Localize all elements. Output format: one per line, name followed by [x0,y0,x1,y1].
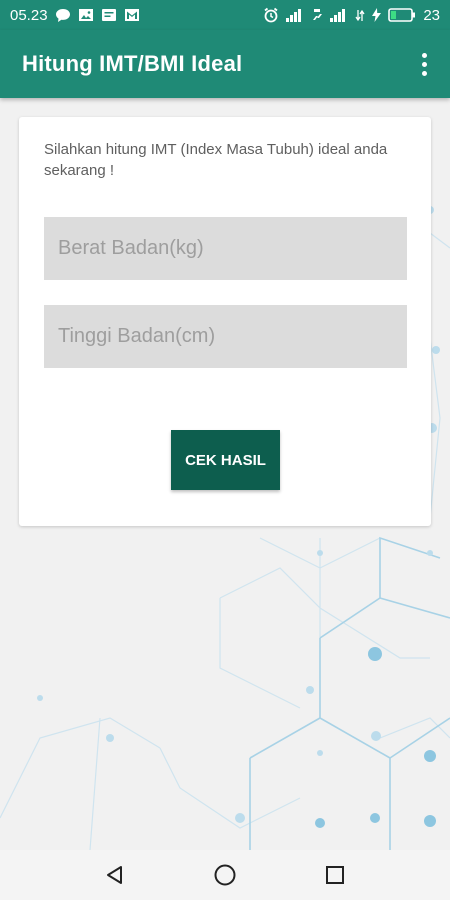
check-result-button[interactable]: CEK HASIL [171,430,280,490]
alarm-icon [263,7,279,23]
home-icon[interactable] [205,855,245,895]
chat-icon [55,8,71,23]
signal-icon [330,8,348,22]
status-bar: 05.23 23 [0,0,450,30]
signal-icon [286,8,304,22]
signal-4g-icon [311,8,323,23]
image-icon [78,8,94,22]
more-vert-icon[interactable] [414,44,434,84]
battery-icon [388,8,416,22]
app-bar: Hitung IMT/BMI Ideal [0,30,450,98]
height-input[interactable] [44,305,407,368]
back-icon[interactable] [95,855,135,895]
message-icon [101,8,117,22]
status-left: 05.23 [10,7,140,24]
intro-text: Silahkan hitung IMT (Index Masa Tubuh) i… [44,141,388,179]
data-icon [355,9,365,22]
weight-input[interactable] [44,217,407,280]
status-right: 23 [263,7,440,24]
app-title: Hitung IMT/BMI Ideal [22,51,243,76]
status-time: 05.23 [10,6,48,24]
navigation-bar [0,850,450,900]
gmail-icon [124,8,140,22]
recents-icon[interactable] [315,855,355,895]
bmi-form-card: Silahkan hitung IMT (Index Masa Tubuh) i… [19,117,431,526]
battery-level: 23 [423,6,440,24]
charging-icon [372,8,382,22]
